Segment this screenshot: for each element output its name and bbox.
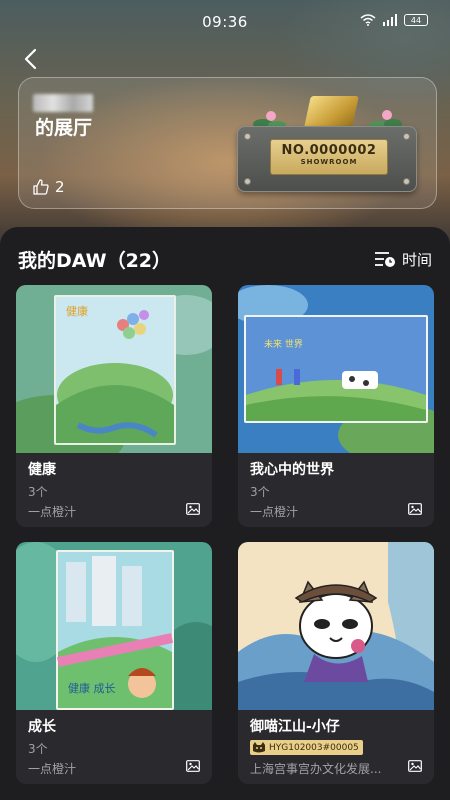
card-count: 3个	[28, 485, 48, 499]
card-author: 一点橙汁	[28, 505, 77, 519]
card-artwork: 健康	[16, 285, 212, 453]
image-icon	[186, 503, 200, 515]
card-count: 3个	[250, 485, 270, 499]
sort-clock-icon	[374, 252, 395, 267]
like-count: 2	[55, 178, 65, 196]
svg-text:未来 世界: 未来 世界	[264, 338, 303, 350]
like-button[interactable]: 2	[33, 178, 65, 196]
collection-card[interactable]: 未来 世界 我心中的世界 3个 一点橙汁	[238, 285, 434, 527]
plaque-frame: NO.0000002 SHOWROOM	[237, 126, 417, 192]
bolt-icon	[244, 133, 251, 140]
collection-card[interactable]: 健康 健康 3个 一点橙汁	[16, 285, 212, 527]
plaque-plate: NO.0000002 SHOWROOM	[270, 139, 388, 175]
status-time: 09:36	[202, 13, 248, 31]
status-icons: 44	[360, 14, 428, 26]
sort-label: 时间	[401, 250, 432, 269]
artwork-image	[238, 542, 434, 710]
card-artwork	[238, 542, 434, 710]
artwork-image: 未来 世界	[238, 285, 434, 453]
card-artwork: 未来 世界	[238, 285, 434, 453]
chevron-left-icon	[24, 48, 37, 70]
collection-card[interactable]: 健康 成长 成长 3个 一点橙汁	[16, 542, 212, 784]
collection-card[interactable]: 御喵江山-小仔 HYG102003#00005 上海宫事宫办文化发展...	[238, 542, 434, 784]
image-icon	[408, 503, 422, 515]
showroom-plaque: NO.0000002 SHOWROOM	[237, 96, 417, 194]
section-header: 我的DAW（22） 时间	[18, 245, 432, 273]
card-title: 成长	[28, 719, 56, 735]
bolt-icon	[403, 178, 410, 185]
cat-badge-icon	[253, 742, 265, 753]
serial-number: HYG102003#00005	[269, 742, 359, 753]
image-icon	[186, 760, 200, 772]
wifi-icon	[360, 14, 376, 26]
battery-icon: 44	[404, 14, 428, 26]
svg-text:健康: 健康	[66, 304, 88, 318]
battery-level: 44	[410, 15, 422, 25]
card-artwork: 健康 成长	[16, 542, 212, 710]
card-title: 健康	[28, 462, 56, 478]
back-button[interactable]	[16, 45, 44, 73]
thumbs-up-icon	[33, 179, 49, 195]
status-bar: 09:36 44	[0, 0, 450, 44]
artwork-image: 健康 成长	[16, 542, 212, 710]
blurred-username	[33, 94, 93, 112]
card-author: 一点橙汁	[28, 762, 77, 776]
card-title: 御喵江山-小仔	[250, 719, 340, 735]
svg-text:健康 成长: 健康 成长	[68, 681, 116, 695]
plaque-number: NO.0000002	[281, 143, 377, 158]
signal-icon	[383, 14, 397, 26]
showroom-title: 的展厅	[35, 117, 93, 139]
card-author: 一点橙汁	[250, 505, 299, 519]
sort-by-time-button[interactable]: 时间	[374, 249, 432, 270]
bolt-icon	[244, 178, 251, 185]
card-title: 我心中的世界	[250, 462, 334, 478]
serial-badge: HYG102003#00005	[250, 740, 363, 755]
card-author: 上海宫事宫办文化发展...	[250, 762, 382, 776]
plaque-label: SHOWROOM	[300, 158, 358, 166]
showroom-card[interactable]: 的展厅 2 NO.0000002 SHOWROOM	[18, 77, 437, 209]
bolt-icon	[403, 133, 410, 140]
image-icon	[408, 760, 422, 772]
section-title: 我的DAW（22）	[18, 249, 172, 272]
artwork-image: 健康	[16, 285, 212, 453]
card-count: 3个	[28, 742, 48, 756]
